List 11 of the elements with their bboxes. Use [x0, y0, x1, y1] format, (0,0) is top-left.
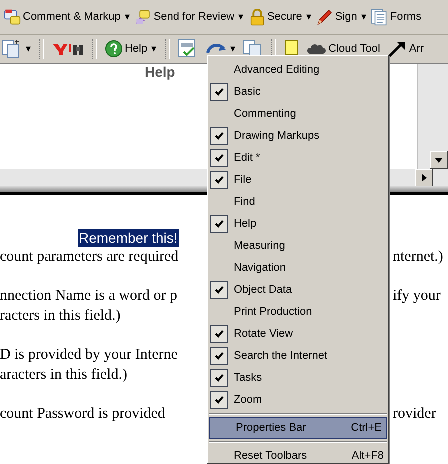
document-text: count Password is provided — [0, 404, 166, 424]
document-text: aracters in this field.) — [0, 366, 128, 385]
page-heading: Help — [145, 64, 176, 82]
document-text: racters in this field.) — [0, 306, 122, 326]
document-text: count parameters are required — [0, 248, 180, 267]
document-text: ify your — [393, 287, 442, 306]
document-text: rovider — [393, 404, 438, 424]
selected-text: Remember this! — [78, 229, 179, 247]
document-text: D is provided by your Interne — [0, 346, 179, 365]
document-text: nnection Name is a word or p — [0, 287, 178, 306]
document-text: nternet.) — [393, 248, 444, 267]
